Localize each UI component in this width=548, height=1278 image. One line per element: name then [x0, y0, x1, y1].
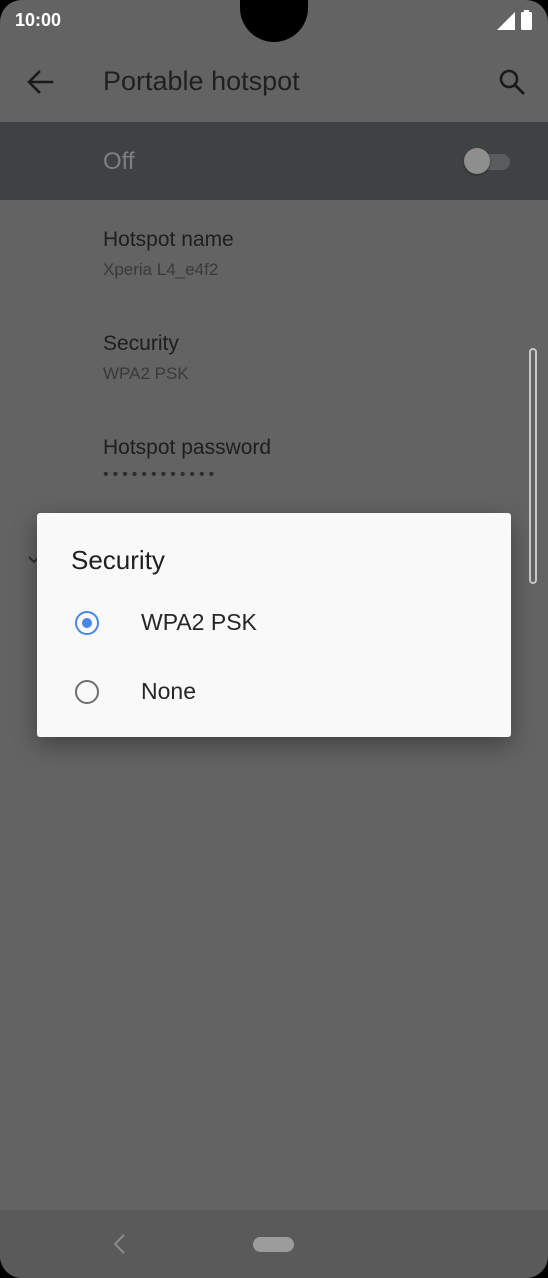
navigation-bar: [0, 1210, 548, 1278]
app-bar: Portable hotspot: [0, 42, 548, 122]
arrow-left-icon[interactable]: [22, 64, 58, 100]
pref-hotspot-name[interactable]: Hotspot name Xperia L4_e4f2: [103, 228, 234, 280]
pref-subtitle: Xperia L4_e4f2: [103, 260, 219, 279]
home-pill-icon[interactable]: [253, 1237, 294, 1252]
security-dialog: Security WPA2 PSK None: [37, 513, 511, 737]
pref-title: Hotspot password: [103, 436, 272, 459]
toggle-thumb: [464, 148, 490, 174]
search-icon[interactable]: [494, 64, 530, 100]
password-dots: ••••••••••••: [103, 466, 219, 483]
pref-title: Hotspot name: [103, 228, 234, 251]
status-bar: 10:00: [0, 0, 548, 42]
option-label: None: [141, 678, 196, 704]
camera-notch: [240, 0, 308, 42]
option-wpa2-psk[interactable]: WPA2 PSK: [37, 592, 511, 656]
pref-subtitle: WPA2 PSK: [103, 364, 189, 383]
nav-back-icon[interactable]: [110, 1232, 130, 1256]
pref-security[interactable]: Security WPA2 PSK: [103, 332, 189, 384]
radio-unchecked-icon[interactable]: [75, 680, 99, 704]
option-label: WPA2 PSK: [141, 609, 257, 635]
radio-checked-icon[interactable]: [75, 611, 99, 635]
scrollbar[interactable]: [529, 348, 537, 584]
option-none[interactable]: None: [37, 661, 511, 725]
page-title: Portable hotspot: [103, 66, 300, 96]
phone-screen: 10:00 Portable hotspot Off Hotspot name …: [0, 0, 548, 1278]
pref-hotspot-password[interactable]: Hotspot password ••••••••••••: [103, 436, 271, 484]
battery-icon: [521, 10, 532, 30]
master-switch-label: Off: [103, 148, 135, 175]
status-icons: [497, 10, 532, 30]
status-time: 10:00: [15, 10, 62, 30]
pref-title: Security: [103, 332, 179, 355]
hotspot-toggle[interactable]: [464, 148, 510, 174]
signal-icon: [497, 12, 515, 30]
hotspot-master-switch-bar[interactable]: Off: [0, 122, 548, 200]
dialog-title: Security: [71, 545, 165, 575]
